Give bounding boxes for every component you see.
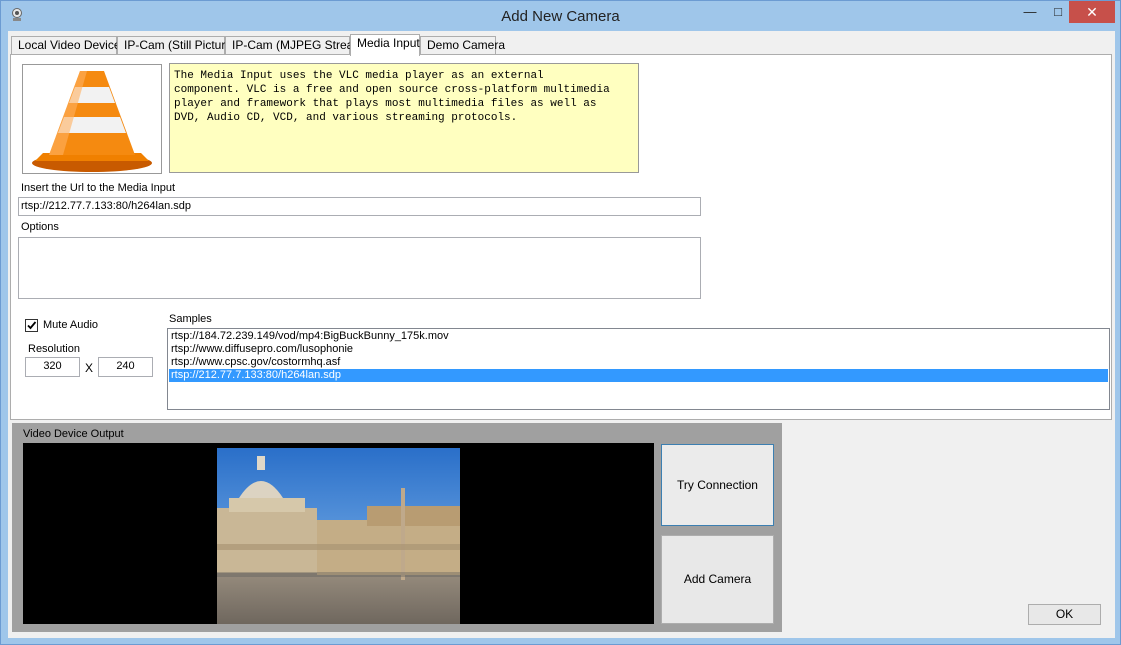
- video-output-group: Video Device Output Try Connection Add C…: [12, 423, 782, 632]
- minimize-button[interactable]: —: [1017, 1, 1043, 23]
- samples-list[interactable]: rtsp://184.72.239.149/vod/mp4:BigBuckBun…: [167, 328, 1110, 410]
- tab-local-video-device[interactable]: Local Video Device: [11, 36, 121, 55]
- dialog-body: Local Video Device IP-Cam (Still Picture…: [8, 31, 1115, 638]
- try-connection-button[interactable]: Try Connection: [661, 444, 774, 526]
- tab-media-input[interactable]: Media Input: [350, 34, 420, 56]
- tab-ip-cam-mjpeg-stream[interactable]: IP-Cam (MJPEG Stream): [225, 36, 367, 55]
- close-button[interactable]: ✕: [1069, 1, 1115, 23]
- options-label: Options: [21, 221, 59, 233]
- tab-demo-camera[interactable]: Demo Camera: [420, 36, 505, 55]
- vlc-description: The Media Input uses the VLC media playe…: [169, 63, 639, 173]
- mute-audio-checkbox[interactable]: [25, 319, 38, 332]
- ok-button[interactable]: OK: [1028, 604, 1101, 625]
- add-camera-button[interactable]: Add Camera: [661, 535, 774, 624]
- window-title: Add New Camera: [501, 8, 620, 25]
- resolution-x-label: X: [85, 361, 94, 375]
- samples-label: Samples: [169, 313, 212, 325]
- resolution-height-input[interactable]: 240: [98, 357, 153, 377]
- media-input-panel: The Media Input uses the VLC media playe…: [10, 54, 1112, 420]
- maximize-button[interactable]: □: [1045, 1, 1071, 23]
- list-item[interactable]: rtsp://www.diffusepro.com/lusophonie: [169, 343, 1108, 356]
- add-new-camera-window: Add New Camera — □ ✕ Local Video Device …: [0, 0, 1121, 645]
- resolution-width-input[interactable]: 320: [25, 357, 80, 377]
- list-item-selected[interactable]: rtsp://212.77.7.133:80/h264lan.sdp: [169, 369, 1108, 382]
- resolution-label: Resolution: [28, 343, 80, 355]
- mute-audio-label: Mute Audio: [43, 319, 99, 331]
- title-bar[interactable]: Add New Camera — □ ✕: [1, 1, 1120, 31]
- vlc-cone-icon: [32, 71, 152, 172]
- list-item[interactable]: rtsp://www.cpsc.gov/costormhq.asf: [169, 356, 1108, 369]
- url-label: Insert the Url to the Media Input: [21, 182, 176, 194]
- checkmark-icon: [27, 321, 37, 330]
- video-frame-image: [217, 448, 460, 624]
- list-item[interactable]: rtsp://184.72.239.149/vod/mp4:BigBuckBun…: [169, 330, 1108, 343]
- tab-ip-cam-still-picture[interactable]: IP-Cam (Still Picture): [117, 36, 236, 55]
- media-url-input[interactable]: rtsp://212.77.7.133:80/h264lan.sdp: [18, 197, 701, 216]
- vlc-logo: [22, 64, 162, 174]
- options-textarea[interactable]: [18, 237, 701, 299]
- video-preview: [23, 443, 654, 624]
- video-output-label: Video Device Output: [23, 428, 124, 440]
